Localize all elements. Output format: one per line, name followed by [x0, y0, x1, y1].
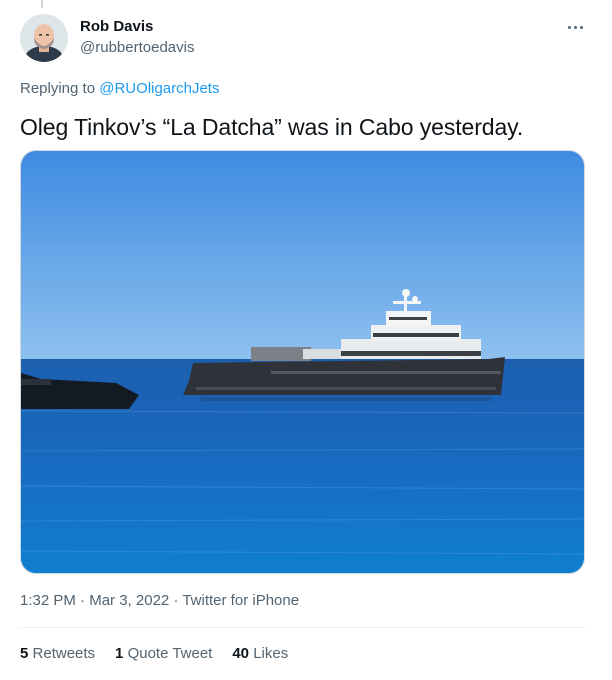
- likes-label: Likes: [253, 645, 289, 662]
- avatar-photo: [20, 14, 68, 62]
- quote-tweets-count: 1: [115, 645, 124, 662]
- retweets-stat[interactable]: 5 Retweets: [20, 644, 95, 664]
- more-horizontal-icon[interactable]: [560, 16, 590, 38]
- more-dot: [573, 25, 577, 29]
- likes-count: 40: [232, 645, 250, 662]
- author-handle[interactable]: @rubbertoedavis: [80, 38, 194, 58]
- thread-connector-line: [41, 0, 43, 8]
- tweet-stats: 5 Retweets 1 Quote Tweet 40 Likes: [20, 644, 308, 664]
- replying-prefix: Replying to: [20, 80, 96, 97]
- retweets-count: 5: [20, 645, 29, 662]
- tweet-metadata: 1:32 PM · Mar 3, 2022 · Twitter for iPho…: [20, 591, 299, 611]
- tweet-time[interactable]: 1:32 PM: [20, 592, 76, 609]
- tweet-source[interactable]: Twitter for iPhone: [182, 592, 299, 609]
- retweets-label: Retweets: [32, 645, 96, 662]
- tweet-text: Oleg Tinkov’s “La Datcha” was in Cabo ye…: [20, 114, 524, 140]
- more-dot: [579, 25, 583, 29]
- divider: [20, 627, 586, 628]
- more-dot: [567, 25, 571, 29]
- author-name[interactable]: Rob Davis: [80, 17, 153, 37]
- quote-tweets-stat[interactable]: 1 Quote Tweet: [115, 644, 212, 664]
- tweet-date[interactable]: Mar 3, 2022: [89, 592, 169, 609]
- likes-stat[interactable]: 40 Likes: [232, 644, 288, 664]
- replying-handle-link[interactable]: @RUOligarchJets: [99, 80, 219, 97]
- meta-separator: ·: [173, 592, 179, 609]
- replying-to: Replying to @RUOligarchJets: [20, 79, 219, 99]
- yacht-photo: [21, 151, 584, 573]
- avatar[interactable]: [20, 14, 68, 62]
- meta-separator: ·: [80, 592, 86, 609]
- tweet-photo[interactable]: [20, 150, 585, 574]
- quote-tweets-label: Quote Tweet: [127, 645, 213, 662]
